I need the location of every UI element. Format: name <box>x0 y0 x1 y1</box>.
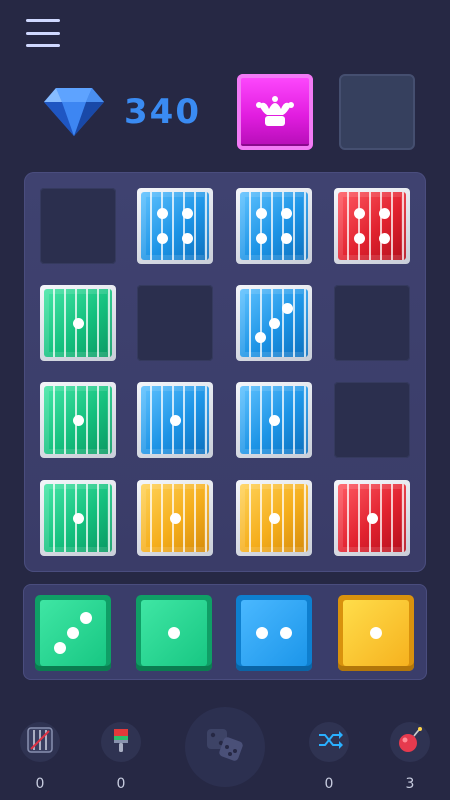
cage-bars <box>338 192 406 260</box>
die-pip <box>366 512 378 524</box>
caged-die-blue[interactable] <box>137 188 213 264</box>
bomb-powerup-button[interactable] <box>390 722 430 762</box>
die-pip <box>72 414 84 426</box>
roll-dice-button[interactable] <box>185 707 265 787</box>
tray-die-green[interactable] <box>35 595 111 671</box>
die-pip <box>280 232 292 244</box>
die-pip <box>256 627 269 639</box>
caged-die-blue[interactable] <box>137 382 213 458</box>
menu-line <box>26 31 60 35</box>
caged-die-yellow[interactable] <box>236 480 312 556</box>
board-cell-empty[interactable] <box>137 285 213 361</box>
die-pip <box>72 512 84 524</box>
board-cell-empty[interactable] <box>40 188 116 264</box>
piece-tray <box>23 584 427 680</box>
die-face <box>241 600 307 666</box>
die-pip <box>282 302 294 314</box>
die-pip <box>256 208 268 220</box>
caged-die-blue[interactable] <box>236 382 312 458</box>
cage-breaker-powerup-button[interactable] <box>20 722 60 762</box>
cage-bars <box>141 192 209 260</box>
board-cell-empty[interactable] <box>334 285 410 361</box>
die-face <box>338 484 406 552</box>
die-pip <box>268 414 280 426</box>
die-face <box>141 192 209 260</box>
caged-die-green[interactable] <box>40 382 116 458</box>
shuffle-powerup-button[interactable] <box>309 722 349 762</box>
caged-die-yellow[interactable] <box>137 480 213 556</box>
caged-die-green[interactable] <box>40 480 116 556</box>
die-pip <box>53 641 66 654</box>
joker-icon <box>256 96 294 126</box>
die-face <box>338 192 406 260</box>
die-face <box>343 600 409 666</box>
menu-button[interactable] <box>26 19 62 47</box>
die-face <box>44 289 112 357</box>
menu-line <box>26 19 60 22</box>
dice-roll-icon <box>203 723 247 771</box>
die-pip <box>378 208 390 220</box>
die-pip <box>67 627 79 639</box>
die-face <box>141 600 207 666</box>
caged-die-blue[interactable] <box>236 285 312 361</box>
board-cell-empty[interactable] <box>334 382 410 458</box>
die-face <box>240 289 308 357</box>
caged-die-red[interactable] <box>334 188 410 264</box>
die-pip <box>370 627 382 639</box>
die-face <box>40 600 106 666</box>
die-pip <box>157 232 169 244</box>
die-pip <box>268 512 280 524</box>
die-pip <box>279 627 292 639</box>
caged-die-red[interactable] <box>334 480 410 556</box>
die-pip <box>280 208 292 220</box>
die-pip <box>354 232 366 244</box>
powerup-count: 3 <box>405 776 415 792</box>
die-face <box>44 484 112 552</box>
paint-brush-powerup-button[interactable] <box>101 722 141 762</box>
die-pip <box>168 627 180 639</box>
tray-die-yellow[interactable] <box>338 595 414 671</box>
caged-die-green[interactable] <box>40 285 116 361</box>
die-pip <box>354 208 366 220</box>
empty-hold-slot[interactable] <box>339 74 415 150</box>
die-pip <box>80 612 93 625</box>
die-face <box>240 386 308 454</box>
die-face <box>44 386 112 454</box>
joker-hold-slot[interactable] <box>237 74 313 150</box>
die-pip <box>157 208 169 220</box>
die-pip <box>72 317 84 329</box>
die-face <box>141 386 209 454</box>
die-pip <box>181 232 193 244</box>
die-pip <box>169 414 181 426</box>
die-face <box>240 484 308 552</box>
paint-brush-icon <box>106 725 136 759</box>
die-pip <box>169 512 181 524</box>
die-pip <box>378 232 390 244</box>
diamond-icon <box>44 88 104 136</box>
bomb-icon <box>395 725 425 759</box>
die-face <box>240 192 308 260</box>
game-board <box>24 172 426 572</box>
die-pip <box>256 232 268 244</box>
powerup-count: 0 <box>116 776 126 792</box>
cage-bars <box>240 192 308 260</box>
tray-die-blue[interactable] <box>236 595 312 671</box>
tray-die-green[interactable] <box>136 595 212 671</box>
powerup-count: 0 <box>35 776 45 792</box>
cage-breaker-icon <box>25 725 55 759</box>
die-pip <box>254 332 266 344</box>
powerup-count: 0 <box>324 776 334 792</box>
menu-line <box>26 44 60 47</box>
die-pip <box>181 208 193 220</box>
caged-die-blue[interactable] <box>236 188 312 264</box>
die-face <box>141 484 209 552</box>
shuffle-icon <box>314 725 344 759</box>
die-pip <box>268 317 280 329</box>
gem-count: 340 <box>124 92 201 132</box>
